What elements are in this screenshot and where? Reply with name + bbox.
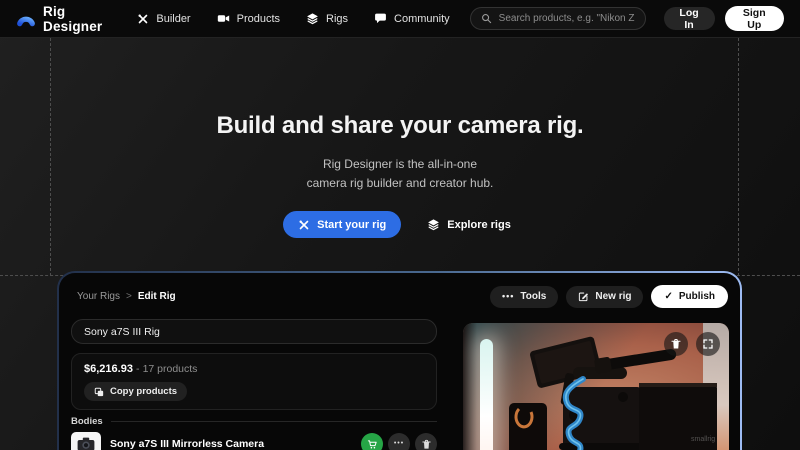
new-rig-button-label: New rig <box>595 291 631 302</box>
breadcrumb-separator: > <box>126 291 132 302</box>
nav-item-community[interactable]: Community <box>374 12 450 25</box>
breadcrumb: Your Rigs > Edit Rig <box>77 291 176 302</box>
nav-item-label: Builder <box>156 13 190 25</box>
hero-section: Build and share your camera rig. Rig Des… <box>0 112 800 238</box>
signup-button[interactable]: Sign Up <box>725 6 784 31</box>
search-bar[interactable] <box>470 7 646 30</box>
hero-cta-row: Start your rig Explore rigs <box>0 211 800 238</box>
breadcrumb-edit-rig: Edit Rig <box>138 291 176 302</box>
rig-name-input[interactable] <box>71 319 437 344</box>
search-input[interactable] <box>499 13 635 24</box>
rig-preview-image: smallrig <box>463 323 729 450</box>
nav-item-products[interactable]: Products <box>217 12 280 25</box>
photo-actions <box>664 332 720 356</box>
publish-button-label: Publish <box>679 291 715 302</box>
edit-pencil-icon <box>578 291 589 302</box>
photo-fullscreen-button[interactable] <box>696 332 720 356</box>
nav-item-label: Products <box>237 13 280 25</box>
price-separator: - <box>136 363 140 375</box>
copy-products-label: Copy products <box>110 386 177 397</box>
hero-subtitle: Rig Designer is the all-in-one camera ri… <box>0 155 800 193</box>
start-your-rig-button[interactable]: Start your rig <box>283 211 401 238</box>
svg-text:smallrig: smallrig <box>691 436 715 443</box>
product-count: 17 products <box>143 363 198 375</box>
row-actions: ••• <box>361 433 437 450</box>
nav-item-label: Community <box>394 13 450 25</box>
row-delete-button[interactable] <box>415 433 437 450</box>
layers-icon <box>306 12 319 25</box>
photo-delete-button[interactable] <box>664 332 688 356</box>
add-to-cart-button[interactable] <box>361 433 383 450</box>
editor-header: Your Rigs > Edit Rig ••• Tools New <box>77 285 728 308</box>
rig-summary-card: $6,216.93 - 17 products Copy products <box>71 353 437 410</box>
editor-toolbar: ••• Tools New rig ✓ Publish <box>490 285 728 308</box>
search-icon <box>481 13 492 24</box>
brand-logo-icon <box>16 9 36 29</box>
brand-name: Rig Designer <box>43 4 105 34</box>
video-camera-icon <box>217 12 230 25</box>
product-title: Sony a7S III Mirrorless Camera <box>110 438 352 450</box>
login-button[interactable]: Log In <box>664 7 715 30</box>
hero-subtitle-line1: Rig Designer is the all-in-one <box>0 155 800 174</box>
section-divider <box>111 421 437 422</box>
nav-item-label: Rigs <box>326 13 348 25</box>
bodies-section-label: Bodies <box>71 416 103 427</box>
tools-icon <box>137 13 149 25</box>
new-rig-button[interactable]: New rig <box>566 286 643 308</box>
bodies-section-header: Bodies <box>71 416 437 427</box>
start-your-rig-label: Start your rig <box>317 219 386 231</box>
product-list-item[interactable]: Sony a7S III Mirrorless Camera ••• <box>71 428 437 450</box>
ellipsis-icon: ••• <box>394 440 404 447</box>
copy-products-button[interactable]: Copy products <box>84 382 187 401</box>
explore-rigs-label: Explore rigs <box>447 219 511 231</box>
explore-rigs-button[interactable]: Explore rigs <box>421 211 517 238</box>
chat-icon <box>374 12 387 25</box>
breadcrumb-your-rigs[interactable]: Your Rigs <box>77 291 120 302</box>
price-line: $6,216.93 - 17 products <box>84 363 424 375</box>
copy-icon <box>94 387 104 397</box>
product-thumbnail <box>71 432 101 450</box>
tools-icon <box>298 219 310 231</box>
ellipsis-icon: ••• <box>502 291 514 301</box>
row-more-button[interactable]: ••• <box>388 433 410 450</box>
layers-icon <box>427 218 440 231</box>
tools-button[interactable]: ••• Tools <box>490 286 558 308</box>
publish-button[interactable]: ✓ Publish <box>651 285 728 308</box>
rig-total-price: $6,216.93 <box>84 363 133 375</box>
rig-editor-panel: Your Rigs > Edit Rig ••• Tools New <box>57 271 742 450</box>
nav-item-rigs[interactable]: Rigs <box>306 12 348 25</box>
nav-menu: Builder Products Rigs <box>137 12 449 25</box>
top-nav: Rig Designer Builder Products <box>0 0 800 38</box>
nav-item-builder[interactable]: Builder <box>137 13 190 25</box>
tools-button-label: Tools <box>520 291 546 302</box>
brand[interactable]: Rig Designer <box>16 4 105 34</box>
hero-subtitle-line2: camera rig builder and creator hub. <box>0 174 800 193</box>
check-icon: ✓ <box>664 291 672 302</box>
hero-title: Build and share your camera rig. <box>0 112 800 140</box>
